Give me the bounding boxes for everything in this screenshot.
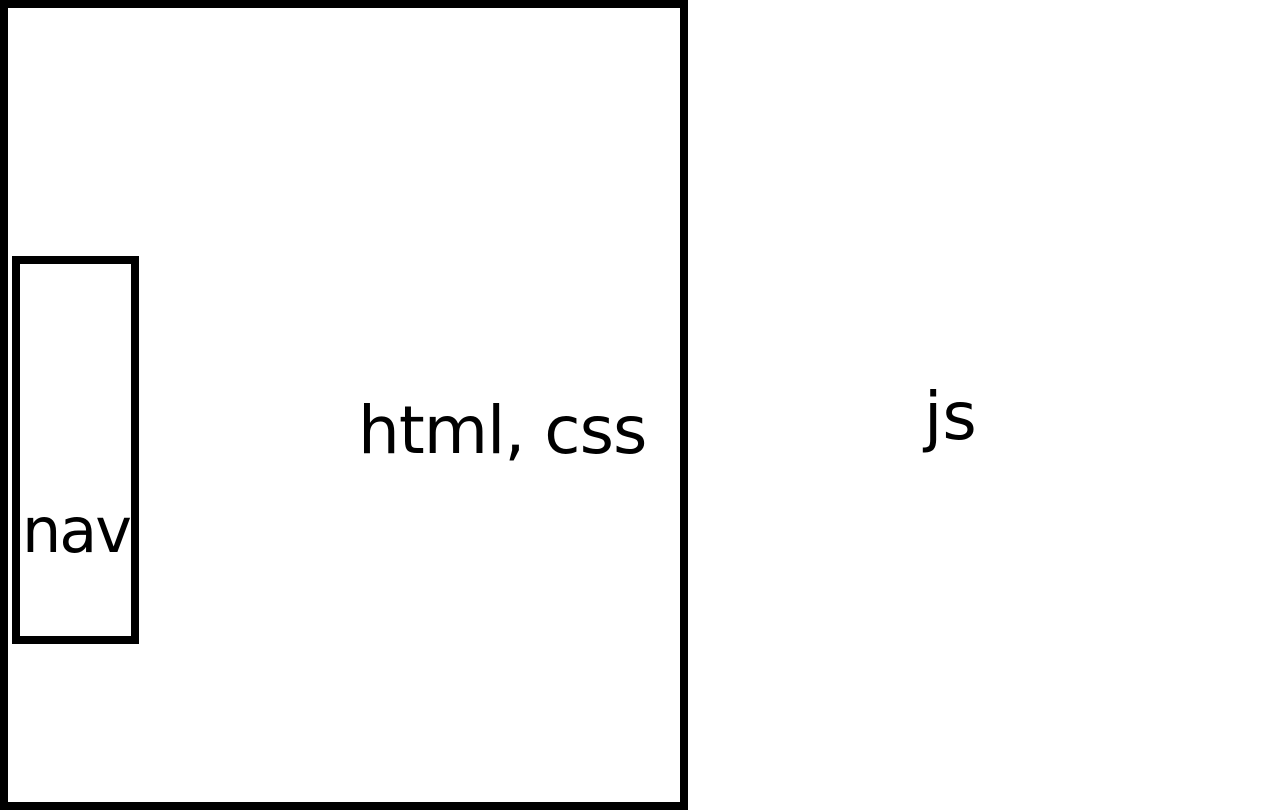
nav-box: nav — [12, 256, 139, 644]
html-css-label: html, css — [358, 392, 647, 469]
nav-label: nav — [22, 494, 131, 567]
js-label: js — [924, 378, 977, 455]
